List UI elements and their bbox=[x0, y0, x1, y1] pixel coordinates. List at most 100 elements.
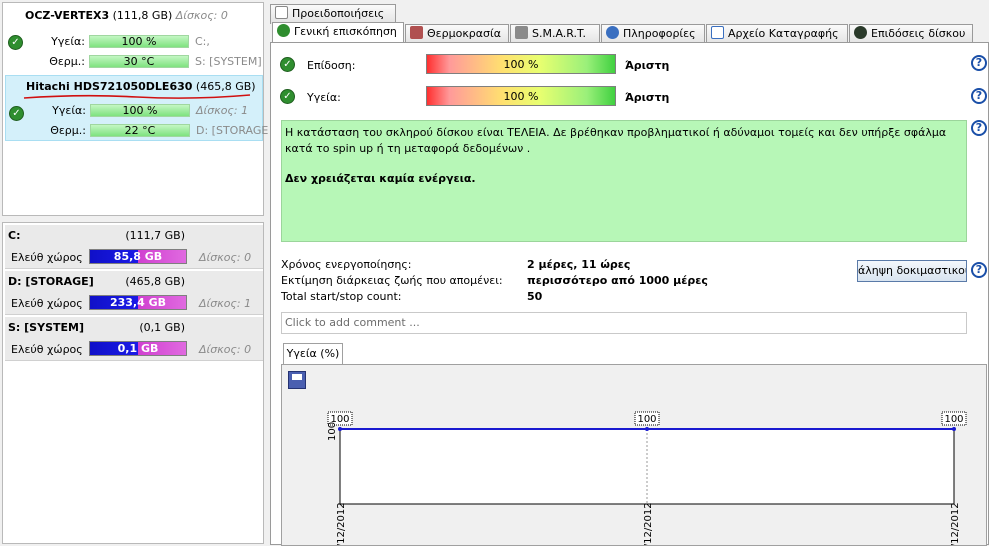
volume-label: D: [STORAGE bbox=[196, 124, 269, 137]
partition-size: (465,8 GB) bbox=[125, 275, 185, 288]
partition-name: D: [STORAGE] bbox=[8, 275, 94, 288]
free-space-value: 233,4 GB bbox=[109, 296, 167, 309]
disk-item-ocz[interactable]: OCZ-VERTEX3 (111,8 GB) Δίσκος: 0 ✓ Υγεία… bbox=[5, 5, 263, 71]
free-space-bar: 85,8 GB bbox=[89, 249, 187, 264]
comment-input[interactable]: Click to add comment ... bbox=[281, 312, 967, 334]
free-space-value: 0,1 GB bbox=[117, 342, 159, 355]
disk-list: OCZ-VERTEX3 (111,8 GB) Δίσκος: 0 ✓ Υγεία… bbox=[2, 2, 268, 216]
partition-item[interactable]: D: [STORAGE] (465,8 GB) Ελεύθ χώρος 233,… bbox=[5, 271, 263, 315]
ok-check-icon: ✓ bbox=[280, 57, 295, 72]
ok-check-icon bbox=[277, 24, 290, 37]
free-space-value: 85,8 GB bbox=[113, 250, 163, 263]
temp-label: Θερμ.: bbox=[49, 55, 85, 68]
temp-bar: 22 °C bbox=[90, 124, 190, 137]
y-tick-label: 100 bbox=[327, 422, 338, 441]
startstop-label: Total start/stop count: bbox=[281, 290, 402, 303]
health-bar: 100 % bbox=[90, 104, 190, 117]
x-tick-label: 20/12/2012 bbox=[643, 502, 654, 545]
info-icon bbox=[606, 26, 619, 39]
document-icon bbox=[275, 6, 288, 19]
tab-temperature[interactable]: Θερμοκρασία bbox=[405, 24, 509, 44]
disk-number: Δίσκος: 1 bbox=[196, 104, 249, 117]
power-on-value: 2 μέρες, 11 ώρες bbox=[527, 258, 631, 271]
thermometer-icon bbox=[410, 26, 423, 39]
data-point bbox=[338, 427, 342, 431]
tab-overview[interactable]: Γενική επισκόπηση bbox=[272, 22, 404, 44]
tab-information[interactable]: Πληροφορίες bbox=[601, 24, 705, 44]
lifetime-label: Εκτίμηση διάρκειας ζωής που απομένει: bbox=[281, 274, 503, 287]
partition-name: S: [SYSTEM] bbox=[8, 321, 84, 334]
tab-smart[interactable]: S.M.A.R.T. bbox=[510, 24, 600, 44]
lifetime-value: περισσότερο από 1000 μέρες bbox=[527, 274, 708, 287]
tab-performance[interactable]: Επιδόσεις δίσκου bbox=[849, 24, 973, 44]
health-chart: 100 19/12/2012 100 20/12/2012 100 22/12/2012 1… bbox=[281, 364, 987, 546]
status-action: Δεν χρειάζεται καμία ενέργεια. bbox=[285, 172, 476, 185]
tab-log[interactable]: Αρχείο Καταγραφής bbox=[706, 24, 848, 44]
startstop-value: 50 bbox=[527, 290, 543, 303]
performance-value: 100 % bbox=[503, 58, 539, 71]
status-message: Η κατάσταση του σκληρού δίσκου είναι ΤΕΛ… bbox=[281, 120, 967, 242]
disk-title: OCZ-VERTEX3 (111,8 GB) Δίσκος: 0 bbox=[25, 9, 228, 22]
partition-disk: Δίσκος: 0 bbox=[199, 251, 252, 264]
help-icon[interactable]: ? bbox=[971, 88, 987, 104]
health-bar: 100 % bbox=[426, 86, 616, 106]
x-tick-label: 19/12/2012 bbox=[336, 502, 347, 545]
health-label: Υγεία: bbox=[52, 104, 86, 117]
tab-label: Επιδόσεις δίσκου bbox=[871, 27, 966, 40]
help-icon[interactable]: ? bbox=[971, 120, 987, 136]
data-point bbox=[952, 427, 956, 431]
disk-item-hitachi[interactable]: Hitachi HDS721050DLE630 (465,8 GB) ✓ Υγε… bbox=[5, 75, 268, 141]
help-icon[interactable]: ? bbox=[971, 262, 987, 278]
smart-icon bbox=[515, 26, 528, 39]
performance-rating: Άριστη bbox=[625, 59, 670, 72]
power-on-label: Χρόνος ενεργοποίησης: bbox=[281, 258, 412, 271]
health-chart-svg: 10019/12/201210020/12/201210022/12/20121… bbox=[327, 411, 967, 545]
partition-item[interactable]: C: (111,7 GB) Ελεύθ χώρος 85,8 GB Δίσκος… bbox=[5, 225, 263, 269]
tab-label: Θερμοκρασία bbox=[427, 27, 501, 40]
ok-check-icon: ✓ bbox=[280, 89, 295, 104]
partition-item[interactable]: S: [SYSTEM] (0,1 GB) Ελεύθ χώρος 0,1 GB … bbox=[5, 317, 263, 361]
disk-size: (111,8 GB) bbox=[112, 9, 173, 22]
ok-check-icon: ✓ bbox=[8, 35, 23, 50]
data-point bbox=[645, 427, 649, 431]
ok-check-icon: ✓ bbox=[9, 106, 24, 121]
log-icon bbox=[711, 26, 724, 39]
tab-health-chart[interactable]: Υγεία (%) bbox=[283, 343, 343, 365]
data-label: 100 bbox=[637, 414, 656, 425]
help-icon[interactable]: ? bbox=[971, 55, 987, 71]
volume-label: C:, bbox=[195, 35, 210, 48]
performance-bar: 100 % bbox=[426, 54, 616, 74]
performance-label: Επίδοση: bbox=[307, 59, 356, 72]
disk-name: OCZ-VERTEX3 bbox=[25, 9, 110, 22]
test-download-button[interactable]: άληψη δοκιμαστικού bbox=[857, 260, 967, 282]
free-space-bar: 233,4 GB bbox=[89, 295, 187, 310]
tab-label: S.M.A.R.T. bbox=[532, 27, 586, 40]
free-space-label: Ελεύθ χώρος bbox=[11, 297, 83, 310]
health-label: Υγεία: bbox=[307, 91, 341, 104]
tab-label: Γενική επισκόπηση bbox=[294, 25, 397, 38]
overview-panel: ✓ Επίδοση: 100 % Άριστη ? ✓ Υγεία: 100 %… bbox=[270, 42, 989, 546]
partition-disk: Δίσκος: 1 bbox=[199, 297, 252, 310]
health-bar: 100 % bbox=[89, 35, 189, 48]
partition-name: C: bbox=[8, 229, 21, 242]
tab-warnings[interactable]: Προειδοποιήσεις bbox=[270, 4, 396, 24]
data-label: 100 bbox=[944, 414, 963, 425]
partition-size: (0,1 GB) bbox=[139, 321, 185, 334]
tab-label: Πληροφορίες bbox=[623, 27, 696, 40]
free-space-bar: 0,1 GB bbox=[89, 341, 187, 356]
x-tick-label: 22/12/2012 bbox=[950, 502, 961, 545]
free-space-label: Ελεύθ χώρος bbox=[11, 251, 83, 264]
health-value: 100 % bbox=[503, 90, 539, 103]
tab-label: Αρχείο Καταγραφής bbox=[728, 27, 839, 40]
gauge-icon bbox=[854, 26, 867, 39]
temp-label: Θερμ.: bbox=[50, 124, 86, 137]
partition-size: (111,7 GB) bbox=[125, 229, 185, 242]
temp-bar: 30 °C bbox=[89, 55, 189, 68]
status-text: Η κατάσταση του σκληρού δίσκου είναι ΤΕΛ… bbox=[285, 126, 947, 155]
health-rating: Άριστη bbox=[625, 91, 670, 104]
health-label: Υγεία: bbox=[51, 35, 85, 48]
partition-list: C: (111,7 GB) Ελεύθ χώρος 85,8 GB Δίσκος… bbox=[2, 222, 264, 544]
left-panel: OCZ-VERTEX3 (111,8 GB) Δίσκος: 0 ✓ Υγεία… bbox=[0, 0, 268, 545]
free-space-label: Ελεύθ χώρος bbox=[11, 343, 83, 356]
red-underline-annotation bbox=[23, 94, 251, 99]
